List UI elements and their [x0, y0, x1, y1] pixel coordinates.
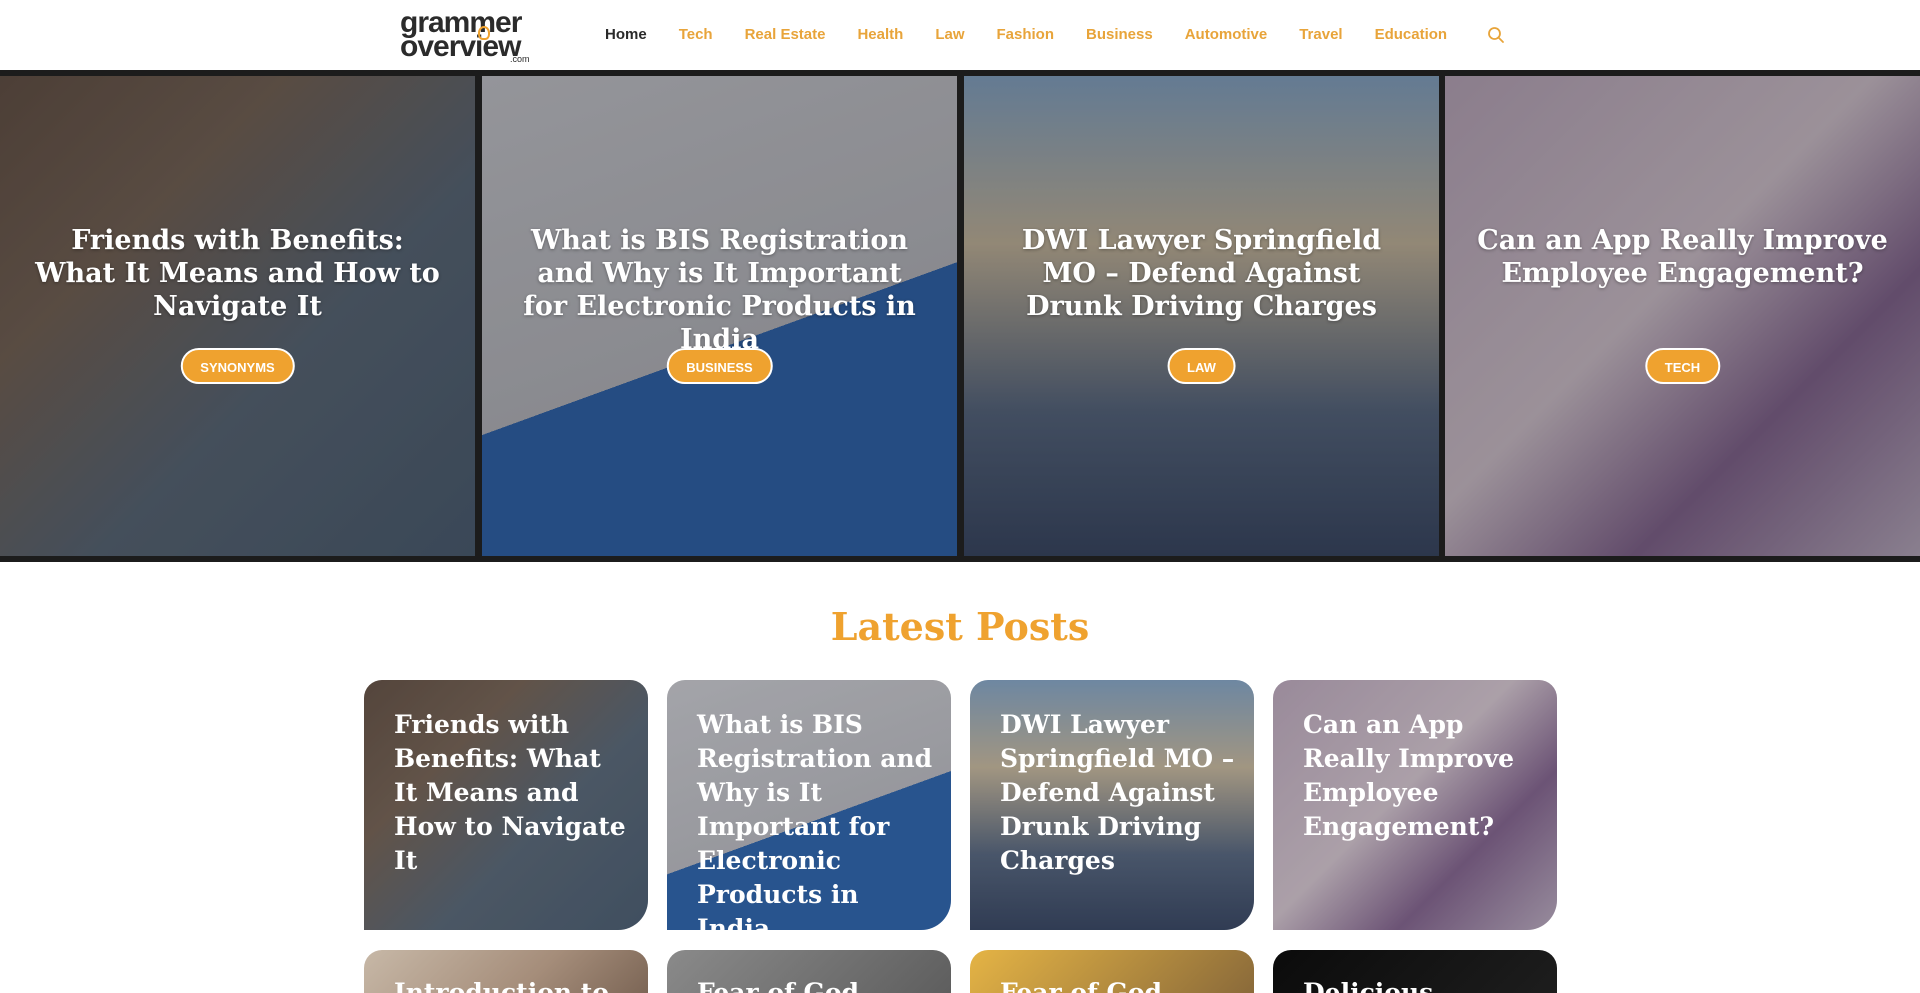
post-card-title[interactable]: Introduction to — [394, 976, 630, 993]
nav-item-health[interactable]: Health — [857, 24, 903, 46]
site-logo[interactable]: grammer overview .com — [400, 8, 536, 65]
slide-title[interactable]: DWI Lawyer Springfield MO – Defend Again… — [994, 224, 1409, 323]
category-badge[interactable]: LAW — [1167, 348, 1236, 384]
post-card[interactable]: DWI Lawyer Springfield MO – Defend Again… — [970, 680, 1254, 930]
post-card[interactable]: Fear of God — [667, 950, 951, 993]
post-card[interactable]: What is BIS Registration and Why is It I… — [667, 680, 951, 930]
nav-item-fashion[interactable]: Fashion — [997, 24, 1055, 46]
hero-slide[interactable]: Friends with Benefits: What It Means and… — [0, 76, 475, 556]
post-card-title[interactable]: Fear of God — [697, 976, 933, 993]
nav-item-education[interactable]: Education — [1375, 24, 1448, 46]
hero-slide[interactable]: DWI Lawyer Springfield MO – Defend Again… — [964, 76, 1439, 556]
site-header: grammer overview .com Home Tech Real Est… — [0, 0, 1920, 70]
hero-slide[interactable]: Can an App Really Improve Employee Engag… — [1445, 76, 1920, 556]
nav-item-home[interactable]: Home — [605, 24, 647, 46]
post-card-title[interactable]: Delicious — [1303, 976, 1539, 993]
post-card-title[interactable]: Fear of God — [1000, 976, 1236, 993]
lightbulb-icon — [478, 26, 490, 40]
post-card-title[interactable]: DWI Lawyer Springfield MO – Defend Again… — [1000, 708, 1236, 878]
nav-item-real-estate[interactable]: Real Estate — [745, 24, 826, 46]
slide-title[interactable]: Can an App Really Improve Employee Engag… — [1475, 224, 1890, 290]
nav-item-travel[interactable]: Travel — [1299, 24, 1342, 46]
post-card-title[interactable]: Can an App Really Improve Employee Engag… — [1303, 708, 1539, 844]
post-card[interactable]: Fear of God — [970, 950, 1254, 993]
post-card[interactable]: Introduction to — [364, 950, 648, 993]
slide-title[interactable]: What is BIS Registration and Why is It I… — [512, 224, 927, 356]
logo-suffix: .com — [510, 54, 530, 64]
logo-text-line2: overview — [400, 30, 521, 63]
slide-title[interactable]: Friends with Benefits: What It Means and… — [30, 224, 445, 323]
category-badge[interactable]: SYNONYMS — [180, 348, 295, 384]
post-card-title[interactable]: Friends with Benefits: What It Means and… — [394, 708, 630, 878]
nav-item-tech[interactable]: Tech — [679, 24, 713, 46]
category-badge[interactable]: BUSINESS — [666, 348, 773, 384]
nav-item-law[interactable]: Law — [935, 24, 964, 46]
nav-item-business[interactable]: Business — [1086, 24, 1153, 46]
post-card[interactable]: Can an App Really Improve Employee Engag… — [1273, 680, 1557, 930]
main-nav: Home Tech Real Estate Health Law Fashion… — [605, 24, 1479, 46]
hero-slide[interactable]: What is BIS Registration and Why is It I… — [482, 76, 957, 556]
category-badge[interactable]: TECH — [1644, 348, 1721, 384]
post-card[interactable]: Delicious — [1273, 950, 1557, 993]
slide-overlay — [1445, 76, 1920, 556]
search-icon[interactable] — [1487, 26, 1505, 44]
post-card[interactable]: Friends with Benefits: What It Means and… — [364, 680, 648, 930]
post-card-title[interactable]: What is BIS Registration and Why is It I… — [697, 708, 933, 930]
hero-slider: Friends with Benefits: What It Means and… — [0, 70, 1920, 562]
nav-item-automotive[interactable]: Automotive — [1185, 24, 1268, 46]
latest-posts-heading: Latest Posts — [830, 604, 1090, 649]
